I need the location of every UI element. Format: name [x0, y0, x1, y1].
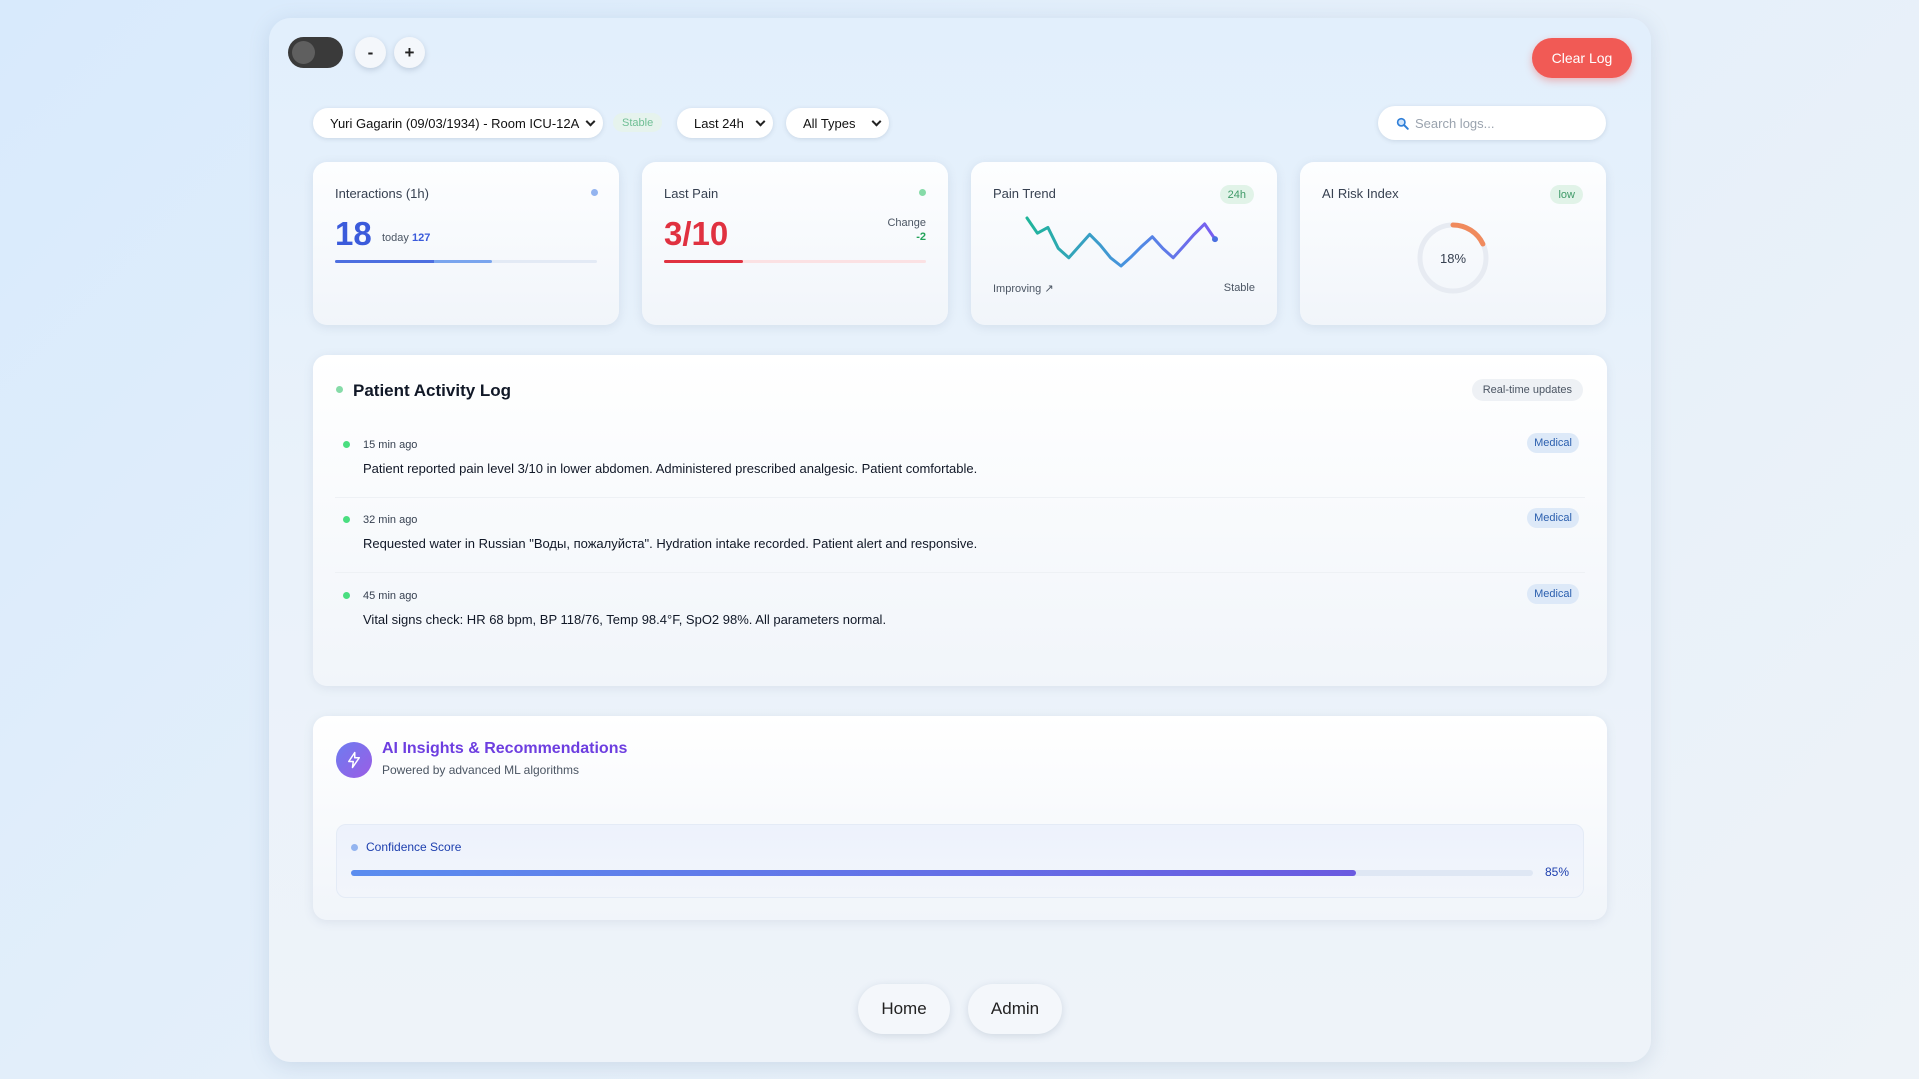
interactions-value: 18 — [335, 215, 372, 252]
today-label: today — [382, 232, 409, 244]
log-tag: Medical — [1527, 508, 1579, 528]
card-title: Interactions (1h) — [335, 186, 429, 201]
interactions-bar — [335, 260, 597, 263]
log-status-dot — [343, 592, 350, 599]
zoom-out-button[interactable]: - — [355, 37, 386, 68]
confidence-dot — [351, 844, 358, 851]
clear-log-button[interactable]: Clear Log — [1532, 38, 1632, 78]
range-select-value: Last 24h — [694, 115, 744, 131]
pain-value: 3/10 — [664, 215, 729, 252]
lightning-icon — [336, 742, 372, 778]
search-input[interactable] — [1415, 115, 1595, 131]
log-status-dot — [343, 441, 350, 448]
log-tag: Medical — [1527, 433, 1579, 453]
pain-trend-sparkline — [1025, 216, 1218, 268]
theme-toggle[interactable] — [288, 37, 343, 68]
ai-insights-panel: AI Insights & Recommendations Powered by… — [313, 716, 1607, 920]
log-item[interactable]: 45 min ago Vital signs check: HR 68 bpm,… — [335, 574, 1585, 649]
range-select[interactable]: Last 24h — [677, 108, 773, 138]
insights-subtitle: Powered by advanced ML algorithms — [382, 763, 579, 777]
type-select[interactable]: All Types — [786, 108, 889, 138]
zoom-in-button[interactable]: + — [394, 37, 425, 68]
divider — [335, 572, 1585, 573]
patient-select-value: Yuri Gagarin (09/03/1934) - Room ICU-12A — [330, 115, 580, 131]
confidence-bar-fill — [351, 870, 1356, 876]
interactions-card: Interactions (1h) 18 today 127 — [313, 162, 619, 325]
chevron-down-icon — [755, 116, 766, 127]
today-count: today 127 — [382, 232, 430, 244]
type-select-value: All Types — [803, 115, 856, 131]
chevron-down-icon — [871, 116, 882, 127]
confidence-box: Confidence Score 85% — [336, 824, 1584, 898]
activity-log-panel: Patient Activity Log Real-time updates 1… — [313, 355, 1607, 686]
toggle-knob — [292, 41, 315, 64]
interactions-bar-fill — [335, 260, 493, 263]
log-item[interactable]: 15 min ago Patient reported pain level 3… — [335, 423, 1585, 498]
trend-end-point — [1212, 236, 1218, 243]
risk-badge: low — [1550, 185, 1583, 204]
log-text: Requested water in Russian "Воды, пожалу… — [363, 536, 978, 551]
search-icon — [1396, 117, 1409, 130]
card-title: Pain Trend — [993, 186, 1056, 201]
pain-trend-card: Pain Trend 24h Improving ↗ Stable — [971, 162, 1277, 325]
status-badge: Stable — [613, 113, 663, 132]
status-dot — [919, 189, 926, 196]
risk-card: AI Risk Index low 18% — [1300, 162, 1606, 325]
log-time: 15 min ago — [363, 439, 418, 451]
confidence-value: 85% — [1544, 865, 1569, 879]
admin-button[interactable]: Admin — [968, 984, 1062, 1034]
log-time: 32 min ago — [363, 514, 418, 526]
log-text: Vital signs check: HR 68 bpm, BP 118/76,… — [363, 612, 887, 627]
card-title: Last Pain — [664, 186, 719, 201]
risk-value: 18% — [1439, 250, 1467, 266]
change-value: -2 — [916, 231, 926, 243]
log-status-dot — [343, 516, 350, 523]
change-label: Change — [887, 217, 926, 229]
trend-line — [1025, 216, 1217, 268]
patient-select[interactable]: Yuri Gagarin (09/03/1934) - Room ICU-12A — [313, 108, 603, 138]
search-box[interactable] — [1378, 106, 1606, 140]
pain-bar-fill — [664, 260, 743, 263]
status-dot — [591, 189, 598, 196]
pain-bar — [664, 260, 926, 263]
trend-left-label: Improving ↗ — [993, 283, 1054, 295]
trend-right-label: Stable — [1223, 282, 1255, 294]
insights-title: AI Insights & Recommendations — [382, 740, 628, 757]
confidence-label: Confidence Score — [366, 840, 462, 854]
log-time: 45 min ago — [363, 590, 418, 602]
range-badge: 24h — [1219, 185, 1254, 204]
log-title: Patient Activity Log — [353, 381, 512, 400]
pain-change: Change -2 — [887, 217, 926, 243]
bolt-glyph — [348, 751, 360, 769]
log-text: Patient reported pain level 3/10 in lowe… — [363, 461, 978, 476]
realtime-badge: Real-time updates — [1471, 379, 1583, 401]
log-tag: Medical — [1527, 584, 1579, 604]
today-value: 127 — [411, 232, 431, 244]
last-pain-card: Last Pain 3/10 Change -2 — [642, 162, 948, 325]
home-button[interactable]: Home — [858, 984, 950, 1034]
chevron-down-icon — [585, 116, 596, 127]
log-item[interactable]: 32 min ago Requested water in Russian "В… — [335, 498, 1585, 573]
confidence-bar — [351, 870, 1533, 876]
live-dot — [336, 386, 343, 393]
card-title: AI Risk Index — [1322, 186, 1399, 201]
